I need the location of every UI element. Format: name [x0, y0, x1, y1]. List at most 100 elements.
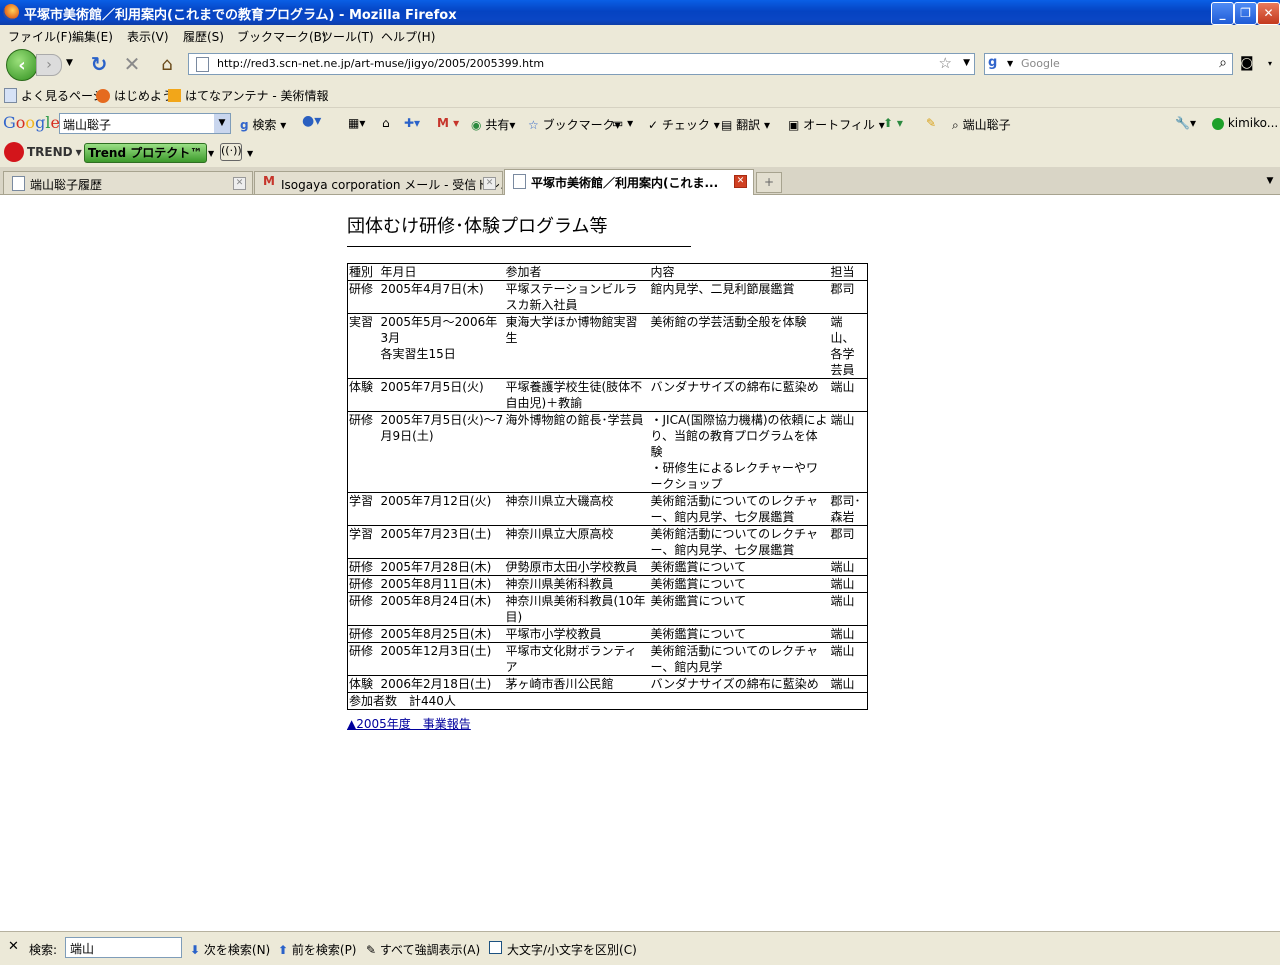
- search-box[interactable]: g ▼ Google ⌕: [984, 53, 1233, 75]
- table-row: 研修 2005年12月3日(土) 平塚市文化財ボランティア 美術館活動についてのレクチ…: [347, 642, 868, 676]
- google-search-button[interactable]: g 検索 ▾: [240, 116, 286, 133]
- check-label: チェック: [661, 118, 710, 132]
- wrench-settings-icon[interactable]: 🔧▾: [1175, 116, 1196, 130]
- highlighter-icon[interactable]: ✎: [926, 116, 936, 130]
- trend-micro-logo[interactable]: TREND ▼: [4, 142, 82, 162]
- cell-date: 2006年2月18日(土): [379, 675, 505, 693]
- bookmarks-button[interactable]: ☆ ブックマーク▾: [528, 116, 621, 133]
- sidewiki-icon[interactable]: ▭ ▾: [612, 116, 633, 130]
- header-content: 内容: [649, 263, 830, 281]
- chevron-down-icon[interactable]: ▼: [208, 149, 214, 158]
- tab-list-icon[interactable]: ▼: [1262, 172, 1278, 191]
- history-dropdown-icon[interactable]: ▼: [66, 58, 73, 68]
- google-logo[interactable]: Google: [3, 113, 60, 132]
- google-query-combo[interactable]: 端山聡子 ▼: [59, 113, 231, 134]
- gmail-icon[interactable]: M ▾: [437, 116, 459, 130]
- wifi-signal-icon[interactable]: ((·)): [220, 143, 242, 161]
- url-dropdown-icon[interactable]: ▼: [963, 58, 970, 68]
- cell-staff: 端山: [829, 642, 868, 676]
- stop-icon[interactable]: ✕: [121, 52, 143, 76]
- plus-icon[interactable]: ✚▾: [404, 116, 420, 130]
- chevron-down-icon[interactable]: ▼: [76, 148, 82, 157]
- cell-content: 美術鑑賞について: [649, 592, 830, 626]
- find-input-value: 端山: [70, 942, 95, 956]
- bookmark-label: はてなアンテナ - 美術情報: [185, 89, 329, 103]
- home-icon[interactable]: ⌂: [155, 53, 179, 75]
- search-term-icon: ⌕: [952, 118, 959, 132]
- translate-label: 翻訳: [736, 118, 761, 132]
- reload-icon[interactable]: ↻: [88, 52, 110, 76]
- translate-button[interactable]: ▤ 翻訳 ▾: [721, 116, 770, 133]
- menu-history[interactable]: 履歴(S): [183, 28, 224, 45]
- cell-staff: 端山: [829, 675, 868, 693]
- share-button[interactable]: ◉ 共有▾: [471, 116, 515, 133]
- url-text: http://red3.scn-net.ne.jp/art-muse/jigyo…: [217, 57, 545, 70]
- find-prev-button[interactable]: ⬆ 前を検索(P): [278, 941, 357, 958]
- cell-type: 研修: [347, 592, 380, 626]
- spellcheck-button[interactable]: ✓ チェック ▾: [648, 116, 720, 133]
- chevron-down-icon[interactable]: ▼: [247, 149, 253, 158]
- close-tab-icon[interactable]: ✕: [233, 177, 246, 190]
- forward-button[interactable]: ›: [36, 54, 62, 76]
- cell-participants: 神奈川県立大磯高校: [504, 492, 650, 526]
- close-window-button[interactable]: ✕: [1257, 2, 1280, 25]
- tab-hayama-history[interactable]: 端山聡子履歴 ✕: [3, 171, 253, 194]
- table-row: 研修 2005年8月24日(木) 神奈川県美術科教員(10年目) 美術鑑賞について 端山: [347, 592, 868, 626]
- cell-date: 2005年8月25日(木): [379, 625, 505, 643]
- account-button[interactable]: kimiko...: [1212, 116, 1278, 130]
- cell-date: 2005年7月5日(火): [379, 378, 505, 412]
- menu-file[interactable]: ファイル(F): [8, 28, 72, 45]
- trend-protect-button[interactable]: Trend プロテクト™: [84, 143, 207, 163]
- cell-participants: 平塚養護学校生徒(肢体不自由児)＋教諭: [504, 378, 650, 412]
- bookmark-getting-started[interactable]: はじめよう: [96, 87, 174, 104]
- chevron-down-icon[interactable]: ▼: [214, 114, 230, 133]
- find-next-button[interactable]: ⬇ 次を検索(N): [190, 941, 270, 958]
- cell-content: 美術館活動についてのレクチャー、館内見学、七夕展鑑賞: [649, 525, 830, 559]
- tab-isogaya-mail[interactable]: M Isogaya corporation メール - 受信トレ... ✕: [254, 171, 503, 194]
- google-engine-icon[interactable]: g: [988, 55, 997, 70]
- table-total-row: 参加者数 計440人: [347, 692, 868, 710]
- bookmark-most-visited[interactable]: よく見るページ: [4, 87, 105, 104]
- menu-edit[interactable]: 編集(E): [72, 28, 113, 45]
- star-bookmark-icon[interactable]: ☆: [939, 54, 952, 72]
- trend-logo-text: TREND: [27, 145, 73, 159]
- find-input[interactable]: 端山: [65, 937, 182, 958]
- news-icon[interactable]: ▦▾: [348, 116, 365, 130]
- report-2005-link[interactable]: ▲2005年度 事業報告: [347, 715, 471, 732]
- search-magnifier-icon[interactable]: ⌕: [1219, 55, 1227, 71]
- cell-staff: 端山: [829, 592, 868, 626]
- close-tab-icon[interactable]: ✕: [483, 177, 496, 190]
- address-bar[interactable]: http://red3.scn-net.ne.jp/art-muse/jigyo…: [188, 53, 975, 75]
- highlight-all-button[interactable]: ✎ すべて強調表示(A): [366, 941, 480, 958]
- new-tab-button[interactable]: +: [756, 172, 782, 193]
- window-title-bar: 平塚市美術館／利用案内(これまでの教育プログラム) - Mozilla Fire…: [0, 0, 1280, 25]
- table-row: 実習 2005年5月～2006年3月 各実習生15日 東海大学ほか博物館実習生 美術館…: [347, 313, 868, 379]
- menu-view[interactable]: 表示(V): [127, 28, 169, 45]
- highlight-term-button[interactable]: ⌕ 端山聡子: [952, 116, 1011, 133]
- back-button[interactable]: ‹: [6, 49, 38, 81]
- table-row: 研修 2005年7月5日(火)～7月9日(土) 海外博物館の館長･学芸員 ・JICA(…: [347, 411, 868, 493]
- bank-icon[interactable]: ⌂: [382, 116, 390, 130]
- cell-staff: 端山: [829, 558, 868, 576]
- cell-date: 2005年7月12日(火): [379, 492, 505, 526]
- bookmarks-toolbar: よく見るページ はじめよう はてなアンテナ - 美術情報: [0, 83, 1280, 107]
- bookmark-hatena-antenna[interactable]: はてなアンテナ - 美術情報: [168, 87, 328, 104]
- minimize-button[interactable]: _: [1211, 2, 1234, 25]
- spellcheck-icon: ✓: [648, 118, 659, 132]
- close-findbar-icon[interactable]: ✕: [8, 939, 19, 954]
- globe-icon[interactable]: ●▾: [302, 113, 321, 129]
- menu-bookmarks[interactable]: ブックマーク(B): [237, 28, 327, 45]
- maximize-button[interactable]: ❐: [1234, 2, 1257, 25]
- close-tab-icon[interactable]: ✕: [734, 175, 747, 188]
- send-to-icon[interactable]: ⬆ ▾: [883, 116, 903, 130]
- autofill-button[interactable]: ▣ オートフィル ▾: [788, 116, 885, 133]
- autofill-icon: ▣: [788, 118, 800, 132]
- camera-icon[interactable]: ◙: [1240, 55, 1254, 71]
- menu-tools[interactable]: ツール(T): [321, 28, 374, 45]
- toolbar-overflow-icon[interactable]: ▾: [1268, 59, 1272, 68]
- cell-content: 美術館活動についてのレクチャー、館内見学、七夕展鑑賞: [649, 492, 830, 526]
- engine-dropdown-icon[interactable]: ▼: [1007, 59, 1013, 68]
- tab-hiratsuka-museum[interactable]: 平塚市美術館／利用案内(これま... ✕: [504, 169, 754, 195]
- match-case-checkbox[interactable]: [489, 941, 502, 954]
- menu-help[interactable]: ヘルプ(H): [381, 28, 435, 45]
